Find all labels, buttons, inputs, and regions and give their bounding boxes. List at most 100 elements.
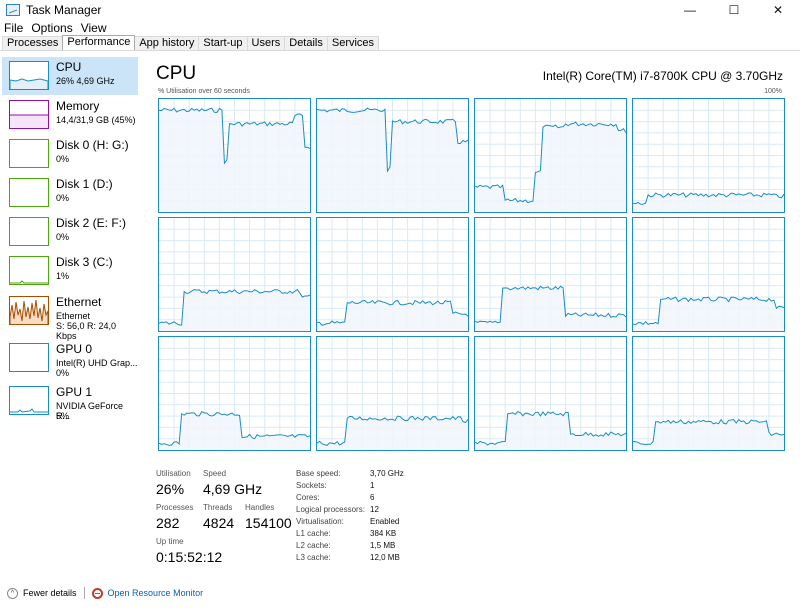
page-title: CPU — [156, 63, 197, 84]
threads-label: Threads — [203, 503, 233, 512]
core-graph-10 — [474, 336, 627, 451]
core-graph-plot — [317, 337, 468, 450]
processes-value: 282 — [156, 515, 180, 531]
spec-value: 3,70 GHz — [370, 469, 404, 478]
sidebar-item-ethernet[interactable]: Ethernet Ethernet S: 56,0 R: 24,0 Kbps — [2, 292, 138, 341]
sidebar-item-value: 0% — [56, 232, 70, 242]
menu-view[interactable]: View — [81, 21, 107, 35]
tab-details[interactable]: Details — [284, 36, 328, 50]
menu-file[interactable]: File — [4, 21, 23, 35]
tab-processes[interactable]: Processes — [2, 36, 64, 50]
core-graph-3 — [632, 98, 785, 213]
window-title: Task Manager — [26, 3, 102, 17]
core-graph-11 — [632, 336, 785, 451]
spec-value: 1 — [370, 481, 375, 490]
gpu-thumbnail — [9, 386, 49, 415]
minimize-button[interactable]: — — [668, 0, 712, 20]
sidebar-item-value: 1% — [56, 271, 70, 281]
sidebar-item-disk-1[interactable]: Disk 1 (D:) 0% — [2, 174, 138, 212]
gpu-thumbnail — [9, 343, 49, 372]
sidebar-item-value: Intel(R) UHD Grap... — [56, 358, 138, 368]
core-graph-plot — [633, 337, 784, 450]
handles-value: 154100 — [245, 515, 292, 531]
tab-app-history[interactable]: App history — [134, 36, 200, 50]
disk-thumbnail — [9, 178, 49, 207]
resource-monitor-icon — [91, 587, 103, 599]
menu-options[interactable]: Options — [31, 21, 72, 35]
core-graph-plot — [475, 99, 626, 212]
tab-users[interactable]: Users — [246, 36, 286, 50]
tab-services[interactable]: Services — [326, 36, 380, 50]
fewer-details-button[interactable]: Fewer details — [23, 588, 77, 598]
sidebar-item-disk-2[interactable]: Disk 2 (E: F:) 0% — [2, 213, 138, 251]
core-graph-4 — [158, 217, 311, 332]
disk-thumbnail — [9, 139, 49, 168]
spec-value: 6 — [370, 493, 375, 502]
disk-thumbnail — [9, 256, 49, 285]
utilisation-value: 26% — [156, 481, 185, 497]
spec-label: L3 cache: — [296, 553, 331, 562]
core-graph-plot — [475, 218, 626, 331]
menu-bar: File Options View — [0, 20, 800, 36]
spec-label: L2 cache: — [296, 541, 331, 550]
utilisation-label: Utilisation — [156, 469, 191, 478]
utilisation-caption: % Utilisation over 60 seconds — [158, 88, 250, 95]
sidebar-item-value: Ethernet — [56, 311, 91, 321]
sidebar-item-usage: 5% — [56, 411, 70, 421]
spec-value: Enabled — [370, 517, 400, 526]
open-resource-monitor-link[interactable]: Open Resource Monitor — [108, 588, 204, 598]
disk-thumbnail — [9, 217, 49, 246]
cpu-model: Intel(R) Core(TM) i7-8700K CPU @ 3.70GHz — [542, 69, 783, 83]
sidebar-item-gpu-0[interactable]: GPU 0 Intel(R) UHD Grap... 0% — [2, 339, 138, 378]
tab-start-up[interactable]: Start-up — [198, 36, 248, 50]
core-graph-2 — [474, 98, 627, 213]
spec-label: Virtualisation: — [296, 517, 344, 526]
logical-processor-graphs — [158, 98, 785, 452]
core-graph-area — [633, 297, 784, 331]
close-button[interactable]: ✕ — [756, 0, 800, 20]
sidebar-item-label: Disk 1 (D:) — [56, 177, 113, 191]
core-graph-plot — [317, 99, 468, 212]
utilisation-max-label: 100% — [764, 88, 782, 95]
spec-label: Cores: — [296, 493, 320, 502]
core-graph-area — [475, 411, 626, 450]
title-bar: Task Manager — ☐ ✕ — [0, 0, 800, 20]
sidebar-item-throughput: S: 56,0 R: 24,0 Kbps — [56, 321, 117, 341]
footer: ^ Fewer details Open Resource Monitor — [0, 582, 800, 604]
sidebar-item-label: GPU 1 — [56, 385, 93, 399]
chevron-up-icon[interactable]: ^ — [7, 587, 18, 599]
speed-value: 4,69 GHz — [203, 481, 263, 497]
maximize-button[interactable]: ☐ — [712, 0, 756, 20]
sidebar: CPU 26% 4,69 GHz Memory 14,4/31,9 GB (45… — [0, 55, 138, 575]
uptime-value: 0:15:52:12 — [156, 549, 223, 565]
sidebar-item-usage: 0% — [56, 368, 70, 378]
core-graph-plot — [159, 218, 310, 331]
sidebar-item-value: 0% — [56, 193, 70, 203]
spec-value: 12 — [370, 505, 379, 514]
tab-performance[interactable]: Performance — [62, 35, 136, 50]
core-graph-6 — [474, 217, 627, 332]
sidebar-item-memory[interactable]: Memory 14,4/31,9 GB (45%) — [2, 96, 138, 134]
sidebar-item-value: 0% — [56, 154, 70, 164]
sidebar-item-label: Ethernet — [56, 295, 102, 309]
spec-label: Base speed: — [296, 469, 341, 478]
task-manager-icon — [6, 4, 20, 16]
core-graph-plot — [159, 337, 310, 450]
sidebar-item-gpu-1[interactable]: GPU 1 NVIDIA GeForce R... 5% — [2, 382, 138, 421]
sidebar-item-disk-3[interactable]: Disk 3 (C:) 1% — [2, 252, 138, 290]
core-graph-9 — [316, 336, 469, 451]
sidebar-item-label: Disk 0 (H: G:) — [56, 138, 129, 152]
sidebar-item-label: Memory — [56, 99, 100, 113]
sidebar-item-cpu[interactable]: CPU 26% 4,69 GHz — [2, 57, 138, 95]
core-graph-5 — [316, 217, 469, 332]
core-graph-plot — [475, 337, 626, 450]
core-graph-7 — [632, 217, 785, 332]
core-graph-0 — [158, 98, 311, 213]
sidebar-item-label: CPU — [56, 60, 82, 74]
ethernet-thumbnail — [9, 296, 49, 325]
sidebar-item-value: 26% 4,69 GHz — [56, 76, 115, 86]
memory-thumbnail — [9, 100, 49, 129]
sidebar-item-disk-0[interactable]: Disk 0 (H: G:) 0% — [2, 135, 138, 173]
sidebar-item-label: Disk 3 (C:) — [56, 255, 113, 269]
core-graph-plot — [633, 218, 784, 331]
